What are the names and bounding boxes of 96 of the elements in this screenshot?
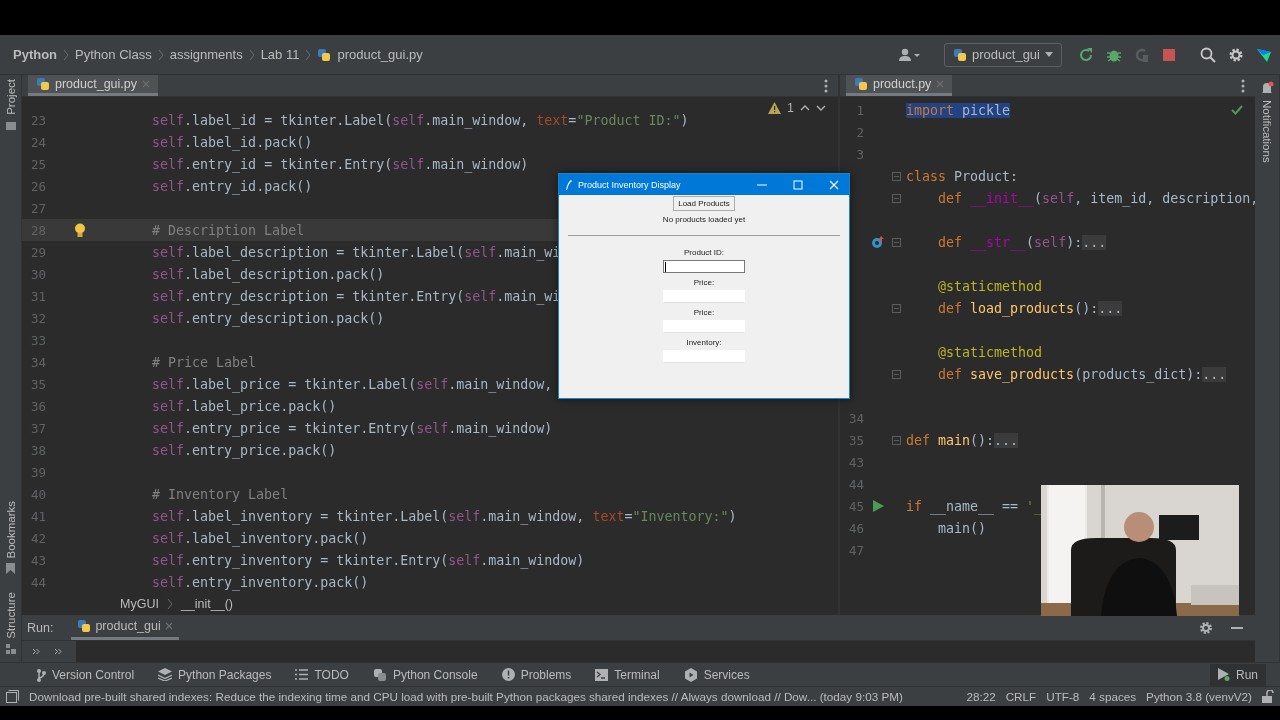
- line-number: 31: [29, 288, 46, 304]
- code-line: # Description Label: [151, 222, 305, 238]
- line-number: 44: [847, 476, 864, 492]
- load-products-button[interactable]: Load Products: [673, 196, 735, 211]
- code-line: self.entry_description.pack(): [151, 310, 385, 326]
- code-line: self.label_price = tkinter.Label(self.main_window,: [151, 376, 553, 392]
- status-item[interactable]: 28:22: [966, 690, 996, 703]
- line-number: 47: [847, 542, 864, 558]
- code-line: self.entry_price.pack(): [151, 442, 337, 458]
- sidebar-tab[interactable]: Structure: [4, 592, 17, 639]
- line-number: 35: [847, 432, 864, 448]
- tool-window-button[interactable]: Python Console: [372, 667, 478, 682]
- line-number: 23: [29, 112, 46, 128]
- code-line: def __str__(self):...: [937, 234, 1107, 250]
- sidebar-tab[interactable]: Project: [4, 79, 17, 115]
- status-item[interactable]: UTF-8: [1046, 690, 1080, 703]
- status-item[interactable]: Python 3.8 (venvV2): [1146, 690, 1252, 703]
- code-line: self.label_price.pack(): [151, 398, 337, 414]
- line-number: 40: [29, 486, 46, 502]
- line-number: 32: [29, 310, 46, 326]
- editor-tab[interactable]: product.py: [846, 75, 953, 96]
- sidebar-tab[interactable]: Notifications: [1261, 100, 1273, 163]
- status-message[interactable]: Download pre-built shared indexes: Reduce the indexing time and CPU load with pre-built Python packages shared indexes // Always download // Dow... (today 9:03 PM): [29, 690, 903, 703]
- line-number: 24: [29, 134, 46, 150]
- code-line: def save_products(products_dict):...: [937, 366, 1227, 382]
- run-configuration-dropdown[interactable]: product_gui: [944, 42, 1062, 67]
- line-number: 27: [29, 200, 46, 216]
- line-number: 29: [29, 244, 46, 260]
- code-line: self.entry_inventory = tkinter.Entry(self.main_window): [151, 552, 585, 568]
- code-line: class Product:: [906, 168, 1019, 184]
- line-number: 26: [29, 178, 46, 194]
- editor-tab[interactable]: product_gui.py: [28, 75, 158, 96]
- sidebar-tab[interactable]: Bookmarks: [4, 500, 17, 559]
- breadcrumb-item[interactable]: Python Class: [75, 47, 152, 62]
- field-label: Inventory:: [686, 338, 722, 348]
- field-label: Price:: [693, 308, 715, 318]
- line-number: 42: [29, 530, 46, 546]
- line-number: 2: [855, 124, 864, 140]
- line-number: 39: [29, 464, 46, 480]
- tool-window-button[interactable]: Services: [683, 667, 750, 682]
- line-number: 43: [29, 552, 46, 568]
- code-line: def load_products():...: [937, 300, 1123, 316]
- code-line: @staticmethod: [937, 344, 1043, 360]
- code-line: def main():...: [906, 432, 1019, 448]
- line-number: 35: [29, 376, 46, 392]
- line-number: 36: [29, 398, 46, 414]
- field-label: Price:: [693, 278, 715, 288]
- line-number: 3: [855, 146, 864, 162]
- code-line: # Inventory Label: [151, 486, 289, 502]
- tool-window-button[interactable]: Terminal: [595, 667, 660, 682]
- line-number: 45: [847, 498, 864, 514]
- line-number: 37: [29, 420, 46, 436]
- tool-window-button[interactable]: TODO: [295, 667, 349, 682]
- tool-window-button[interactable]: Python Packages: [158, 667, 272, 682]
- line-number: 44: [29, 574, 46, 590]
- status-item[interactable]: 4 spaces: [1089, 690, 1137, 703]
- code-line: self.entry_id = tkinter.Entry(self.main_window): [151, 156, 529, 172]
- field-label: Product ID:: [684, 248, 724, 258]
- code-line: self.entry_inventory.pack(): [151, 574, 369, 590]
- tool-window-button[interactable]: Version Control: [36, 667, 135, 682]
- code-line: main(): [937, 520, 987, 536]
- window-title: Product Inventory Display: [578, 179, 682, 190]
- tool-window-button[interactable]: Problems: [501, 667, 572, 682]
- line-number: 1: [855, 102, 864, 118]
- line-number: 30: [29, 266, 46, 282]
- code-line: self.label_description = tkinter.Label(self.main_wi: [151, 244, 561, 260]
- run-button[interactable]: Run: [1210, 663, 1266, 686]
- line-number: 25: [29, 156, 46, 172]
- problem-count[interactable]: 1: [787, 101, 794, 115]
- code-line: self.label_inventory.pack(): [151, 530, 369, 546]
- line-number: 43: [847, 454, 864, 470]
- breadcrumb-item[interactable]: MyGUI: [120, 597, 159, 611]
- line-number: 41: [29, 508, 46, 524]
- line-number: 38: [29, 442, 46, 458]
- code-line: self.label_id = tkinter.Label(self.main_window, text="Product ID:"): [151, 112, 689, 128]
- line-number: 46: [847, 520, 864, 536]
- code-line: self.entry_description = tkinter.Entry(self.main_wi: [151, 288, 561, 304]
- code-line: # Price Label: [151, 354, 257, 370]
- line-number: 34: [29, 354, 46, 370]
- line-number: 33: [29, 332, 46, 348]
- code-line: self.label_id.pack(): [151, 134, 313, 150]
- status-item[interactable]: CRLF: [1005, 690, 1037, 703]
- line-number: 34: [847, 410, 864, 426]
- code-line: @staticmethod: [937, 278, 1043, 294]
- status-label: No products loaded yet: [662, 215, 746, 224]
- code-line: self.entry_price = tkinter.Entry(self.main_window): [151, 420, 553, 436]
- breadcrumb-item[interactable]: product_gui.py: [337, 47, 423, 62]
- breadcrumb-item[interactable]: Python: [13, 47, 58, 62]
- run-label: Run:: [27, 620, 54, 635]
- breadcrumb-item[interactable]: Lab 11: [260, 47, 300, 62]
- code-line: self.entry_id.pack(): [151, 178, 313, 194]
- code-line: def __init__(self, item_id, description,: [937, 190, 1255, 206]
- code-line: self.label_inventory = tkinter.Label(self.main_window, text="Inventory:"): [151, 508, 737, 524]
- code-line: self.label_description.pack(): [151, 266, 385, 282]
- breadcrumb-item[interactable]: assignments: [169, 47, 243, 62]
- breadcrumb-item[interactable]: __init__(): [180, 597, 233, 611]
